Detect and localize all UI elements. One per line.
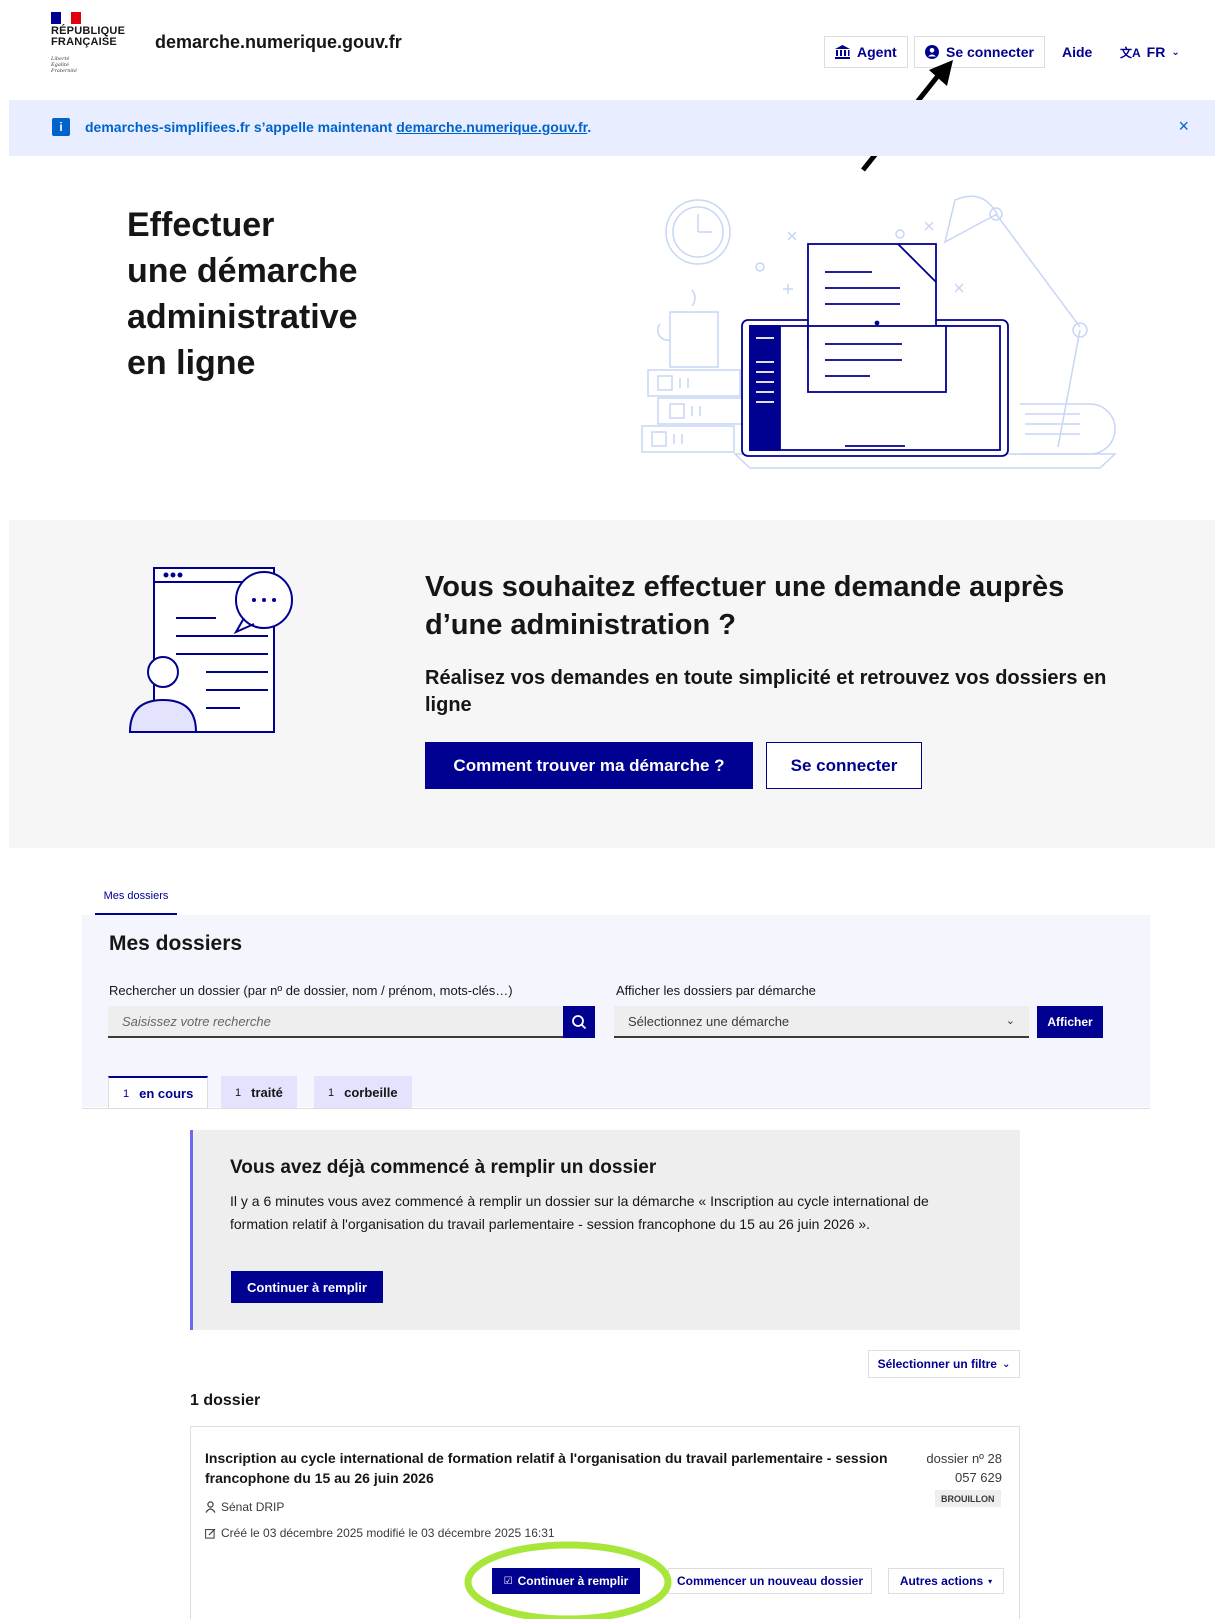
- tab-traite[interactable]: 1 traité: [221, 1076, 297, 1109]
- callout-text: Il y a 6 minutes vous avez commencé à re…: [230, 1193, 929, 1232]
- promo-subtitle: Réalisez vos demandes en toute simplicit…: [425, 667, 1107, 716]
- hero-title: Effectuer une démarche administrative en…: [127, 206, 358, 382]
- republique-francaise-logo: RÉPUBLIQUE FRANÇAISE: [51, 25, 126, 48]
- dossier-organisation: Sénat DRIP: [205, 1500, 284, 1514]
- procedure-filter-label: Afficher les dossiers par démarche: [616, 983, 816, 998]
- tabs-divider: [82, 1108, 1150, 1109]
- tab-en-cours[interactable]: 1 en cours: [108, 1076, 209, 1109]
- notice-link[interactable]: demarche.numerique.gouv.fr: [396, 119, 587, 135]
- show-button[interactable]: Afficher: [1037, 1006, 1103, 1038]
- user-icon: [205, 1501, 216, 1513]
- search-icon: [572, 1015, 587, 1030]
- close-icon[interactable]: ×: [1178, 116, 1189, 137]
- help-link[interactable]: Aide: [1062, 36, 1092, 68]
- translate-icon: 文A: [1120, 45, 1141, 60]
- marianne-flag-logo: [51, 12, 81, 24]
- laptop-illustration: [641, 195, 1117, 469]
- caret-down-icon: ▾: [988, 1576, 993, 1586]
- filter-select-button[interactable]: Sélectionner un filtre ⌄: [868, 1350, 1020, 1378]
- callout-title: Vous avez déjà commencé à remplir un dos…: [230, 1157, 657, 1178]
- callout-continue-button[interactable]: Continuer à remplir: [231, 1271, 383, 1303]
- search-label: Rechercher un dossier (par nº de dossier…: [109, 983, 513, 998]
- search-input[interactable]: Saisissez votre recherche: [108, 1006, 563, 1038]
- promo-title: Vous souhaitez effectuer une demande aup…: [425, 571, 1065, 641]
- dossier-title[interactable]: Inscription au cycle international de fo…: [205, 1448, 895, 1488]
- status-badge: BROUILLON: [935, 1490, 1001, 1507]
- promo-login-button[interactable]: Se connecter: [766, 742, 922, 789]
- notice-text: demarches-simplifiees.fr s’appelle maint…: [85, 119, 592, 135]
- bank-icon: [835, 45, 850, 59]
- info-icon: i: [52, 118, 70, 136]
- user-circle-icon: [925, 45, 939, 59]
- chevron-down-icon: ⌄: [1001, 1358, 1011, 1370]
- tab-corbeille[interactable]: 1 corbeille: [314, 1076, 412, 1109]
- dossier-number: dossier nº 28 057 629: [926, 1451, 1002, 1485]
- dossier-count: 1 dossier: [190, 1392, 261, 1409]
- logo-motto: Liberté Égalité Fraternité: [51, 56, 77, 74]
- annotation-highlight-ellipse: [464, 1541, 672, 1619]
- other-actions-button[interactable]: Autres actions ▾: [888, 1568, 1004, 1594]
- rename-notice: i demarches-simplifiees.fr s’appelle mai…: [9, 100, 1215, 156]
- citizen-form-illustration: [128, 567, 293, 733]
- find-procedure-button[interactable]: Comment trouver ma démarche ?: [425, 742, 753, 789]
- new-dossier-button[interactable]: Commencer un nouveau dossier: [668, 1568, 872, 1594]
- procedure-select[interactable]: Sélectionnez une démarche ⌄: [614, 1006, 1029, 1038]
- site-name-link[interactable]: demarche.numerique.gouv.fr: [155, 32, 402, 53]
- chevron-down-icon: ⌄: [1171, 46, 1180, 58]
- tab-mes-dossiers[interactable]: Mes dossiers: [95, 879, 177, 915]
- language-selector[interactable]: 文A FR ⌄: [1120, 36, 1180, 68]
- dossiers-heading: Mes dossiers: [109, 932, 243, 955]
- search-button[interactable]: [563, 1006, 595, 1038]
- chevron-down-icon: ⌄: [1005, 1015, 1015, 1027]
- edit-icon: [205, 1528, 216, 1539]
